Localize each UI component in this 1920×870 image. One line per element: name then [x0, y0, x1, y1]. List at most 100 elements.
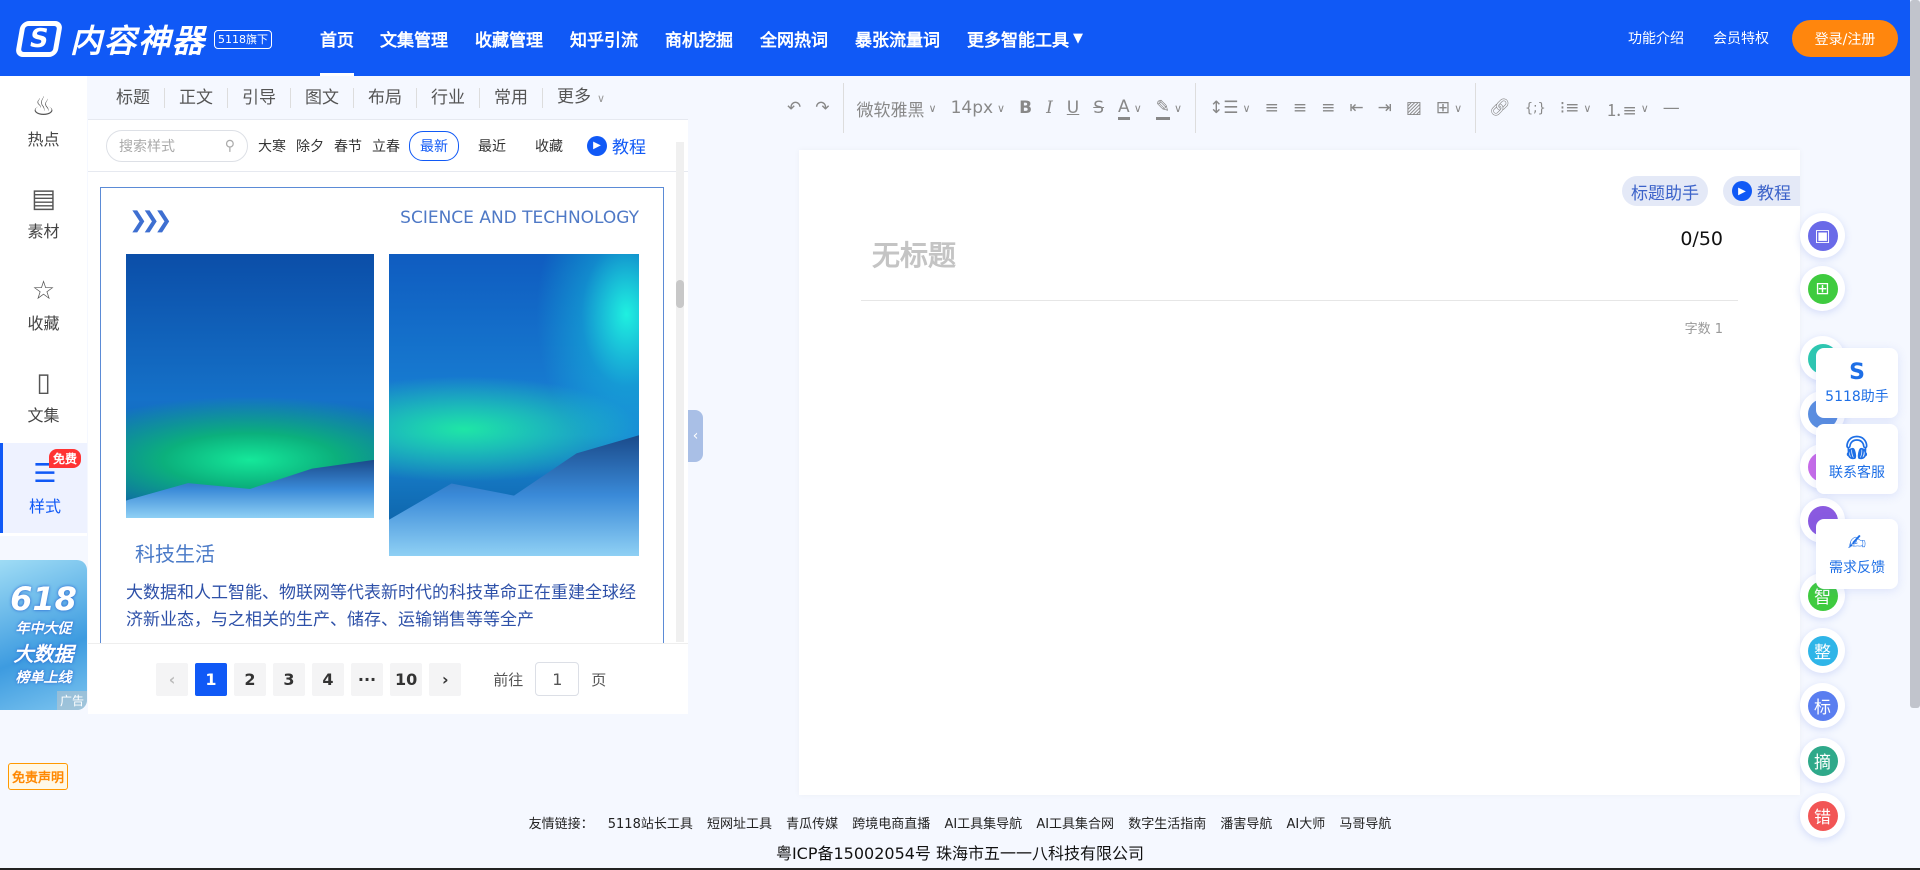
float-tool-button[interactable]: 标: [1800, 683, 1845, 728]
page-button[interactable]: 1: [195, 662, 227, 696]
redo-icon[interactable]: ↷: [815, 98, 829, 118]
title-helper-button[interactable]: 标题助手: [1622, 176, 1708, 206]
disclaimer-button[interactable]: 免责声明: [8, 763, 69, 790]
logo[interactable]: S 内容神器 5118旗下: [14, 16, 273, 62]
feedback-button[interactable]: ✍ 需求反馈: [1816, 519, 1898, 589]
float-tool-button[interactable]: ▣: [1800, 213, 1845, 258]
tab-more[interactable]: 更多 ∨: [543, 87, 619, 109]
code-icon[interactable]: {;}: [1525, 101, 1546, 116]
float-tool-button[interactable]: 摘: [1800, 738, 1845, 783]
table-icon[interactable]: ⊞ ∨: [1436, 98, 1462, 118]
nav-favorites[interactable]: 收藏管理: [475, 0, 543, 76]
undo-icon[interactable]: ↶: [787, 98, 801, 118]
nav-collections[interactable]: 文集管理: [380, 0, 448, 76]
footer-link[interactable]: 5118站长工具: [608, 817, 693, 832]
prev-page-button[interactable]: ‹: [156, 662, 188, 696]
filter-newest[interactable]: 最新: [409, 130, 459, 161]
sidebar-item-favorites[interactable]: ☆ 收藏: [0, 260, 87, 350]
tab-title[interactable]: 标题: [102, 87, 165, 108]
collapse-panel-handle[interactable]: ‹: [688, 410, 703, 462]
page-button[interactable]: 2: [234, 662, 266, 696]
sidebar-item-material[interactable]: ▤ 素材: [0, 168, 87, 258]
indent-icon[interactable]: ⇥: [1378, 98, 1392, 118]
footer-link[interactable]: 短网址工具: [707, 817, 772, 832]
filter-recent[interactable]: 最近: [468, 132, 516, 160]
style-search-input[interactable]: 搜索样式 ⚲: [106, 129, 248, 162]
features-link[interactable]: 功能介绍: [1628, 28, 1684, 48]
customer-service-button[interactable]: 🎧︎ 联系客服: [1816, 424, 1898, 494]
bold-icon[interactable]: B: [1019, 98, 1032, 118]
align-center-icon[interactable]: ≡: [1293, 98, 1307, 118]
page-scrollbar[interactable]: [1910, 0, 1920, 708]
tab-image-text[interactable]: 图文: [291, 87, 354, 108]
panel-scrollbar[interactable]: [676, 142, 684, 642]
nav-zhihu[interactable]: 知乎引流: [570, 0, 638, 76]
tab-body[interactable]: 正文: [165, 87, 228, 108]
editor-tutorial-button[interactable]: ▶ 教程: [1723, 176, 1800, 206]
tab-common[interactable]: 常用: [480, 87, 543, 108]
italic-icon[interactable]: I: [1046, 98, 1053, 118]
footer-link[interactable]: 青瓜传媒: [786, 817, 838, 832]
filter-favorites[interactable]: 收藏: [525, 132, 573, 160]
font-family-select[interactable]: 微软雅黑 ∨: [857, 96, 937, 121]
aurora-image-left: [126, 254, 374, 518]
nav-business[interactable]: 商机挖掘: [665, 0, 733, 76]
star-document-icon: ☆: [31, 276, 56, 306]
float-tool-button[interactable]: ⊞: [1800, 266, 1845, 311]
title-char-count: 0/50: [1680, 228, 1723, 250]
tab-layout[interactable]: 布局: [354, 87, 417, 108]
outdent-icon[interactable]: ⇤: [1349, 98, 1363, 118]
footer-link[interactable]: AI大师: [1287, 817, 1326, 832]
assistant-5118-button[interactable]: S 5118助手: [1816, 348, 1898, 418]
nav-more-tools[interactable]: 更多智能工具 ▼: [967, 0, 1083, 76]
footer-link[interactable]: 马哥导航: [1339, 817, 1391, 832]
align-left-icon[interactable]: ≡: [1265, 98, 1279, 118]
footer-link[interactable]: AI工具集导航: [944, 817, 1022, 832]
page-button[interactable]: 10: [390, 662, 423, 696]
keyword-tag[interactable]: 春节: [334, 136, 362, 156]
next-page-button[interactable]: ›: [429, 662, 462, 696]
link-icon[interactable]: 🔗︎: [1489, 98, 1511, 118]
page-button[interactable]: 3: [273, 662, 305, 696]
footer-link[interactable]: 潘害导航: [1220, 817, 1272, 832]
line-height-icon[interactable]: ↕☰ ∨: [1209, 98, 1251, 118]
page-button[interactable]: 4: [312, 662, 344, 696]
tab-industry[interactable]: 行业: [417, 87, 480, 108]
title-input[interactable]: 无标题: [872, 234, 956, 274]
keyword-tag[interactable]: 立春: [372, 136, 400, 156]
float-tool-button[interactable]: 整: [1800, 628, 1845, 673]
nav-home[interactable]: 首页: [320, 0, 354, 76]
bullet-list-icon[interactable]: ⁝≡ ∨: [1560, 98, 1592, 118]
page-ellipsis[interactable]: ···: [351, 662, 383, 696]
membership-link[interactable]: 会员特权: [1713, 28, 1769, 48]
nav-traffic[interactable]: 暴张流量词: [855, 0, 940, 76]
underline-icon[interactable]: U: [1067, 98, 1079, 118]
horizontal-rule-icon[interactable]: —: [1663, 98, 1680, 118]
tutorial-button[interactable]: ▶ 教程: [587, 133, 646, 158]
help-label: 5118助手: [1825, 389, 1889, 405]
align-right-icon[interactable]: ≡: [1321, 98, 1335, 118]
sidebar-item-hot[interactable]: ♨ 热点: [0, 76, 87, 166]
font-size-select[interactable]: 14px ∨: [951, 98, 1006, 118]
goto-page-input[interactable]: [535, 662, 580, 696]
login-button[interactable]: 登录/注册: [1792, 20, 1898, 57]
keyword-tag[interactable]: 除夕: [296, 136, 324, 156]
tab-guide[interactable]: 引导: [228, 87, 291, 108]
panel-scrollbar-thumb[interactable]: [676, 280, 684, 308]
editor-paper[interactable]: 标题助手 ▶ 教程 无标题 0/50 字数 1: [799, 150, 1800, 795]
font-color-icon[interactable]: A ∨: [1118, 97, 1142, 120]
icp-record[interactable]: 粤ICP备15002054号 珠海市五一一八科技有限公司: [0, 840, 1920, 864]
style-template-card[interactable]: ❯❯❯ SCIENCE AND TECHNOLOGY 科技生活 大数据和人工智能…: [100, 187, 664, 643]
sidebar-item-styles[interactable]: 免费 ☰ 样式: [0, 443, 87, 533]
highlight-icon[interactable]: ✎ ∨: [1155, 97, 1182, 120]
strikethrough-icon[interactable]: S: [1093, 98, 1104, 118]
numbered-list-icon[interactable]: ⒈≡ ∨: [1605, 96, 1648, 121]
nav-hotwords[interactable]: 全网热词: [760, 0, 828, 76]
footer-link[interactable]: 数字生活指南: [1128, 817, 1206, 832]
footer-link[interactable]: AI工具集合网: [1036, 817, 1114, 832]
image-icon[interactable]: ▨: [1406, 98, 1422, 118]
keyword-tag[interactable]: 大寒: [258, 136, 286, 156]
footer-link[interactable]: 跨境电商直播: [852, 817, 930, 832]
sidebar-item-collections[interactable]: ▯ 文集: [0, 352, 87, 442]
ad-banner[interactable]: 618 年中大促 大数据 榜单上线 广告: [0, 560, 87, 710]
